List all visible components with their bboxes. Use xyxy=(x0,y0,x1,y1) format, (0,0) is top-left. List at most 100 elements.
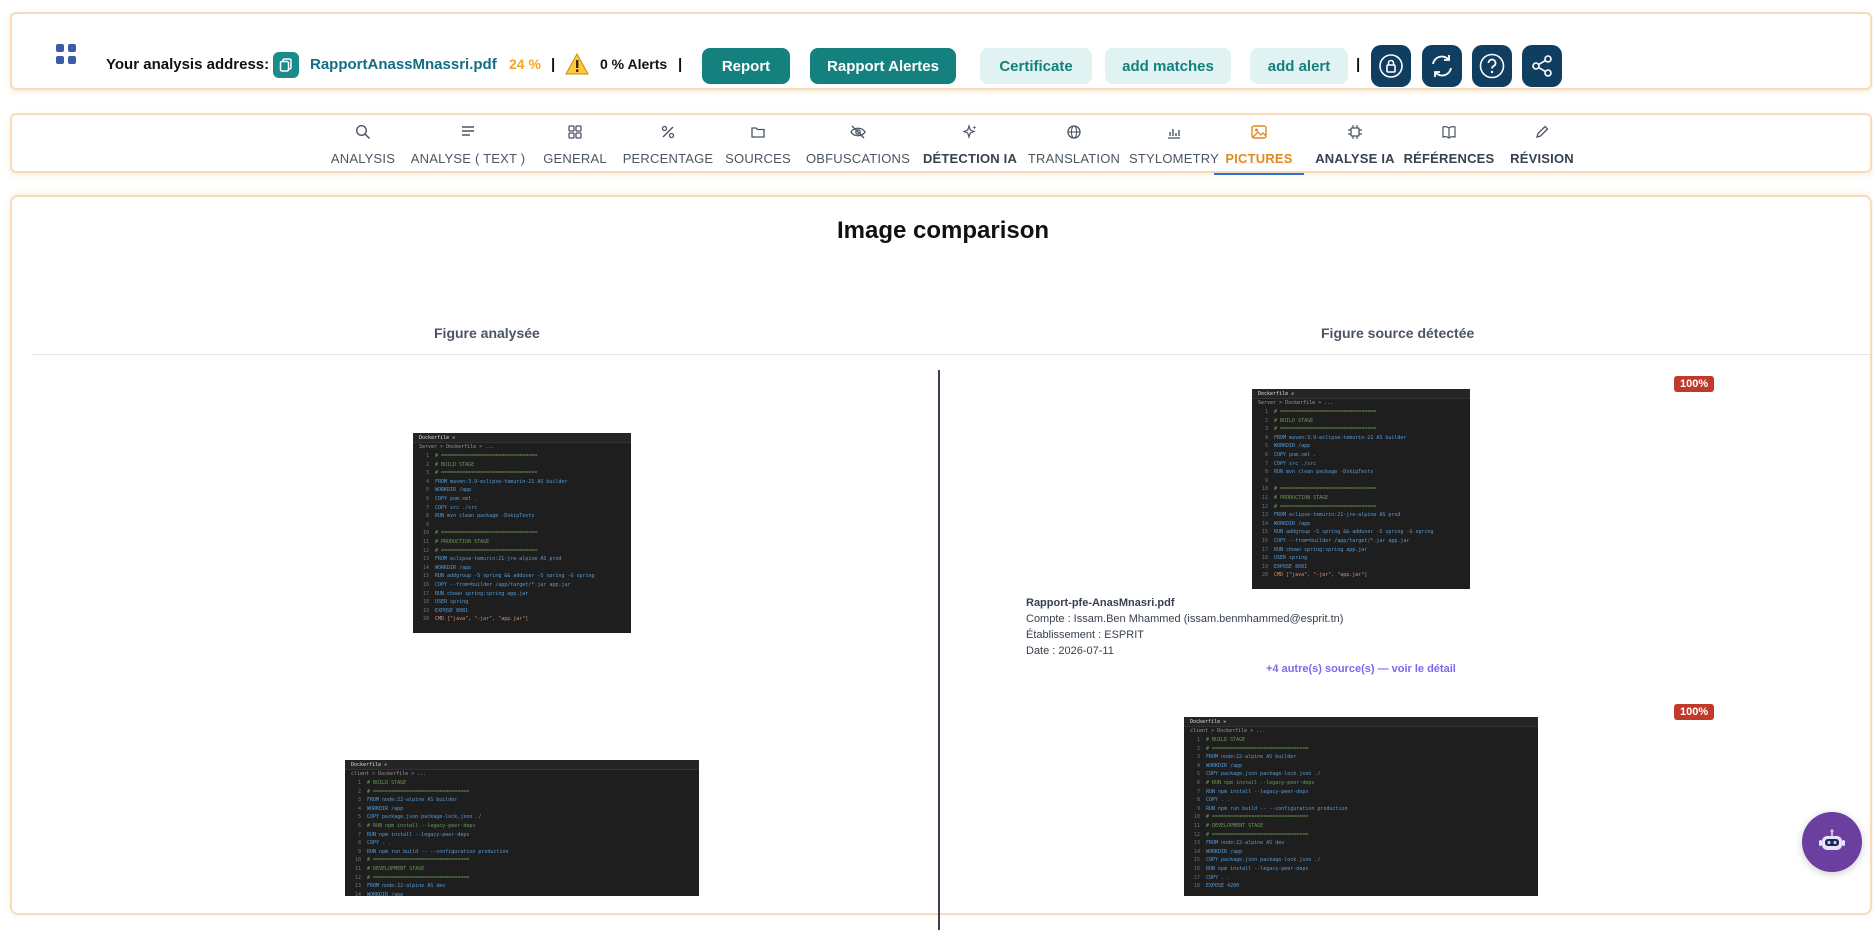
add-matches-button[interactable]: add matches xyxy=(1105,48,1231,84)
analyzed-figure-image[interactable]: Dockerfile ✕ Server > Dockerfile > ... 1 # … xyxy=(413,433,631,633)
tab-label: OBFUSCATIONS xyxy=(805,151,910,166)
code-line: 8 RUN mvn clean package -DskipTests xyxy=(1264,469,1374,476)
code-line: 1 # BUILD STAGE xyxy=(1196,737,1246,743)
similarity-percent: 24 % xyxy=(509,56,541,72)
image-icon xyxy=(1250,121,1268,143)
source-figure-image[interactable]: Dockerfile ✕ Server > Dockerfile > ... 1 # … xyxy=(1252,389,1470,589)
tab-references[interactable]: RÉFÉRENCES xyxy=(1401,115,1497,173)
code-line: 13 FROM eclipse-temurin:21-jre-alpine AS … xyxy=(422,556,562,563)
code-line: 7 COPY src ./src xyxy=(425,504,478,511)
code-line: 2 # ================================ xyxy=(1196,745,1309,752)
source-institution: Établissement : ESPRIT xyxy=(1026,629,1144,641)
code-line: 6 COPY pom.xml . xyxy=(425,495,478,502)
chatbot-assistant-icon[interactable] xyxy=(1802,812,1862,872)
copy-file-icon[interactable] xyxy=(273,52,299,78)
code-line: 8 COPY . . xyxy=(1196,797,1231,804)
tab-obfuscations[interactable]: OBFUSCATIONS xyxy=(803,115,913,173)
tab-stylometry[interactable]: STYLOMETRY xyxy=(1128,115,1220,173)
page-title: Image comparison xyxy=(836,217,1050,244)
search-icon xyxy=(355,121,371,143)
editor-tab: Dockerfile ✕ xyxy=(1184,717,1538,727)
code-line: 5 WORKDIR /app xyxy=(425,487,472,494)
refresh-icon[interactable] xyxy=(1422,45,1462,87)
code-line: 9 RUN npm run build -- --configuration pr… xyxy=(357,848,509,855)
code-line: 13 FROM node:22-alpine AS dev xyxy=(1193,840,1285,847)
rapport-alertes-button[interactable]: Rapport Alertes xyxy=(810,48,956,84)
code-line: 2 # BUILD STAGE xyxy=(425,461,475,468)
analysis-address-label: Your analysis address: xyxy=(106,56,270,73)
code-line: 5 WORKDIR /app xyxy=(1264,443,1311,450)
code-line: 13 FROM node:22-alpine AS dev xyxy=(354,883,446,890)
tab-label: GENERAL xyxy=(543,151,607,166)
column-divider xyxy=(938,370,940,930)
code-line: 1 # BUILD STAGE xyxy=(357,780,407,786)
tab-label: DÉTECTION IA xyxy=(922,151,1018,166)
code-line: 3 FROM node:22-alpine AS builder xyxy=(1196,754,1297,761)
tab-percentage[interactable]: PERCENTAGE xyxy=(622,115,714,173)
editor-tab: Dockerfile ✕ xyxy=(345,760,699,770)
tab-analyse-text[interactable]: ANALYSE ( TEXT ) xyxy=(408,115,528,173)
image-comparison-panel: Image comparison Figure analysée Figure … xyxy=(10,195,1872,930)
code-line: 3 FROM node:22-alpine AS builder xyxy=(357,797,458,804)
tab-revision[interactable]: RÉVISION xyxy=(1502,115,1582,173)
code-line: 11 # PRODUCTION STAGE xyxy=(1261,494,1329,501)
tab-translation[interactable]: TRANSLATION xyxy=(1024,115,1124,173)
code-line: 10 # ================================ xyxy=(1261,486,1377,493)
code-line: 12 # ================================ xyxy=(422,547,538,554)
code-line: 15 RUN addgroup -S spring && adduser -S s… xyxy=(1261,529,1434,536)
tab-label: RÉVISION xyxy=(1510,151,1574,166)
tab-sources[interactable]: SOURCES xyxy=(718,115,798,173)
editor-tab: Dockerfile ✕ xyxy=(1252,389,1470,399)
report-button[interactable]: Report xyxy=(702,48,790,84)
code-line: 16 COPY --from=builder /app/target/*.jar … xyxy=(1261,537,1410,544)
code-line: 20 CMD ["java", "-jar", "app.jar"] xyxy=(422,616,529,623)
editor-tab: Dockerfile ✕ xyxy=(413,433,631,443)
file-name-link[interactable]: RapportAnassMnassri.pdf xyxy=(310,56,497,73)
source-figure-image[interactable]: Dockerfile ✕ client > Dockerfile > ... 1 # … xyxy=(1184,717,1538,896)
code-line: 12 # ================================ xyxy=(1261,503,1377,510)
code-line: 14 WORKDIR /app xyxy=(1261,520,1311,527)
separator: | xyxy=(551,56,556,73)
book-icon xyxy=(1441,121,1457,143)
divider xyxy=(32,354,1870,355)
tab-label: ANALYSE ( TEXT ) xyxy=(410,151,526,166)
share-icon[interactable] xyxy=(1522,45,1562,87)
code-line: 12 # ================================ xyxy=(354,874,470,881)
tab-analysis[interactable]: ANALYSIS xyxy=(323,115,403,173)
certificate-button[interactable]: Certificate xyxy=(980,48,1092,84)
tab-label: ANALYSIS xyxy=(330,151,396,166)
apps-grid-icon[interactable] xyxy=(52,40,80,68)
tab-label: PICTURES xyxy=(1225,151,1293,166)
lock-icon[interactable] xyxy=(1371,45,1411,87)
tab-analyse-ia[interactable]: ANALYSE IA xyxy=(1310,115,1400,173)
code-line: 7 RUN npm install --legacy-peer-deps xyxy=(357,831,470,838)
add-alert-button[interactable]: add alert xyxy=(1250,48,1348,84)
code-line: 2 # ================================ xyxy=(357,788,470,795)
percent-icon xyxy=(660,121,676,143)
code-line: 11 # DEVELOPMENT STAGE xyxy=(1193,822,1264,829)
code-line: 6 # RUN npm install --legacy-peer-deps xyxy=(357,822,476,829)
eye-off-icon xyxy=(849,121,867,143)
code-line: 18 USER spring xyxy=(1261,555,1308,562)
left-column-header: Figure analysée xyxy=(434,325,540,341)
tab-label: ANALYSE IA xyxy=(1315,151,1395,166)
tab-general[interactable]: GENERAL xyxy=(535,115,615,173)
code-line: 13 FROM eclipse-temurin:21-jre-alpine AS … xyxy=(1261,512,1401,519)
grid-icon xyxy=(567,121,583,143)
code-line: 1 # ================================ xyxy=(425,453,538,459)
code-line: 4 FROM maven:3.9-eclipse-temurin-21 AS bu… xyxy=(425,478,568,485)
code-line: 16 COPY --from=builder /app/target/*.jar … xyxy=(422,581,571,588)
code-line: 10 # ================================ xyxy=(1193,814,1309,821)
tab-pictures[interactable]: PICTURES xyxy=(1214,115,1304,175)
code-line: 4 WORKDIR /app xyxy=(1196,762,1243,769)
code-line: 17 RUN chown spring:spring app.jar xyxy=(1261,546,1368,553)
tab-label: SOURCES xyxy=(725,151,791,166)
more-sources-link[interactable]: +4 autre(s) source(s) — voir le détail xyxy=(1266,663,1456,675)
source-date: Date : 2026-07-11 xyxy=(1026,645,1114,657)
analyzed-figure-image[interactable]: Dockerfile ✕ client > Dockerfile > ... 1 # … xyxy=(345,760,699,896)
code-line: 20 CMD ["java", "-jar", "app.jar"] xyxy=(1261,572,1368,579)
right-column-header: Figure source détectée xyxy=(1321,325,1475,341)
help-icon[interactable] xyxy=(1472,45,1512,87)
tab-detection-ia[interactable]: DÉTECTION IA xyxy=(917,115,1023,173)
code-line: 9 xyxy=(425,521,429,528)
